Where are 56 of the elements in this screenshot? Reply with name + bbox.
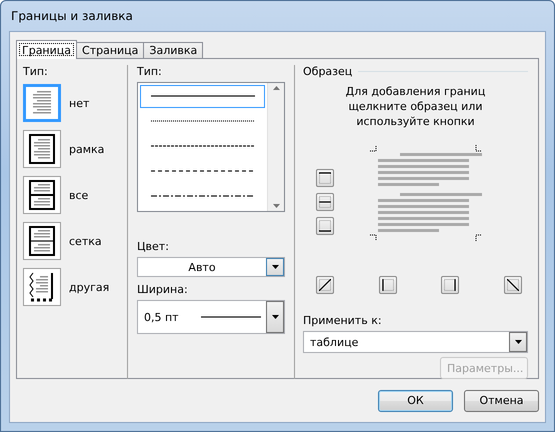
setting-label: другая bbox=[69, 280, 110, 294]
tab[interactable]: Страница bbox=[76, 42, 144, 59]
top-border-icon bbox=[319, 172, 331, 184]
dropdown-arrow-icon bbox=[272, 315, 278, 319]
setting-button[interactable] bbox=[23, 268, 61, 306]
middle-border-button[interactable] bbox=[316, 193, 334, 211]
scroll-up-icon[interactable] bbox=[272, 86, 280, 90]
bottom-border-icon bbox=[319, 220, 331, 232]
dropdown-arrow-icon bbox=[272, 265, 278, 269]
setting-button[interactable] bbox=[23, 176, 61, 214]
middle-border-icon bbox=[319, 196, 331, 208]
line-style-icon bbox=[150, 144, 254, 147]
preview-hint: Для добавления границ щелкните образец или используйте кнопки bbox=[344, 84, 486, 129]
setting-button[interactable] bbox=[23, 130, 61, 168]
apply-dropdown[interactable]: таблице bbox=[303, 331, 528, 353]
top-border-button[interactable] bbox=[316, 169, 334, 187]
dialog-button[interactable]: ОК bbox=[378, 390, 453, 412]
line-width-icon bbox=[200, 316, 261, 318]
tab[interactable]: Граница bbox=[16, 40, 78, 59]
style-label: Тип: bbox=[137, 65, 163, 78]
setting-label: Тип: bbox=[23, 65, 49, 78]
diagonal-down-icon bbox=[506, 279, 519, 291]
all-borders-icon bbox=[27, 179, 57, 211]
tab[interactable]: Заливка bbox=[143, 42, 204, 59]
line-style-icon bbox=[150, 95, 254, 98]
color-dropdown[interactable]: Авто bbox=[137, 257, 285, 277]
right-border-icon bbox=[444, 279, 456, 291]
box-border-icon bbox=[27, 133, 57, 165]
width-label: Ширина: bbox=[137, 283, 189, 296]
diagonal-down-button[interactable] bbox=[504, 276, 522, 294]
dropdown-arrow-icon bbox=[514, 340, 522, 344]
setting-label: рамка bbox=[69, 142, 104, 156]
line-style-icon bbox=[150, 170, 254, 172]
line-style-icon bbox=[150, 194, 254, 197]
diagonal-up-icon bbox=[319, 279, 331, 291]
preview-heading: Образец bbox=[303, 65, 352, 78]
scroll-down-icon[interactable] bbox=[272, 204, 280, 208]
left-border-icon bbox=[382, 279, 394, 291]
right-border-button[interactable] bbox=[441, 276, 460, 294]
setting-label: сетка bbox=[69, 234, 102, 248]
setting-button[interactable] bbox=[23, 222, 61, 260]
width-dropdown[interactable]: 0,5 пт bbox=[137, 300, 285, 334]
grid-border-icon bbox=[27, 225, 57, 257]
line-style-item[interactable] bbox=[140, 85, 265, 108]
color-label: Цвет: bbox=[137, 240, 170, 253]
bottom-border-button[interactable] bbox=[316, 217, 334, 235]
scrollbar[interactable] bbox=[267, 83, 284, 211]
apply-label: Применить к: bbox=[303, 314, 383, 327]
diagonal-up-button[interactable] bbox=[316, 276, 334, 294]
line-style-list[interactable] bbox=[137, 82, 285, 212]
setting-label: нет bbox=[69, 96, 90, 110]
setting-label: все bbox=[69, 188, 88, 202]
dialog-button[interactable]: Отмена bbox=[464, 390, 539, 412]
left-border-button[interactable] bbox=[378, 276, 397, 294]
window-title: Границы и заливка bbox=[11, 9, 133, 23]
line-style-icon bbox=[150, 120, 254, 122]
